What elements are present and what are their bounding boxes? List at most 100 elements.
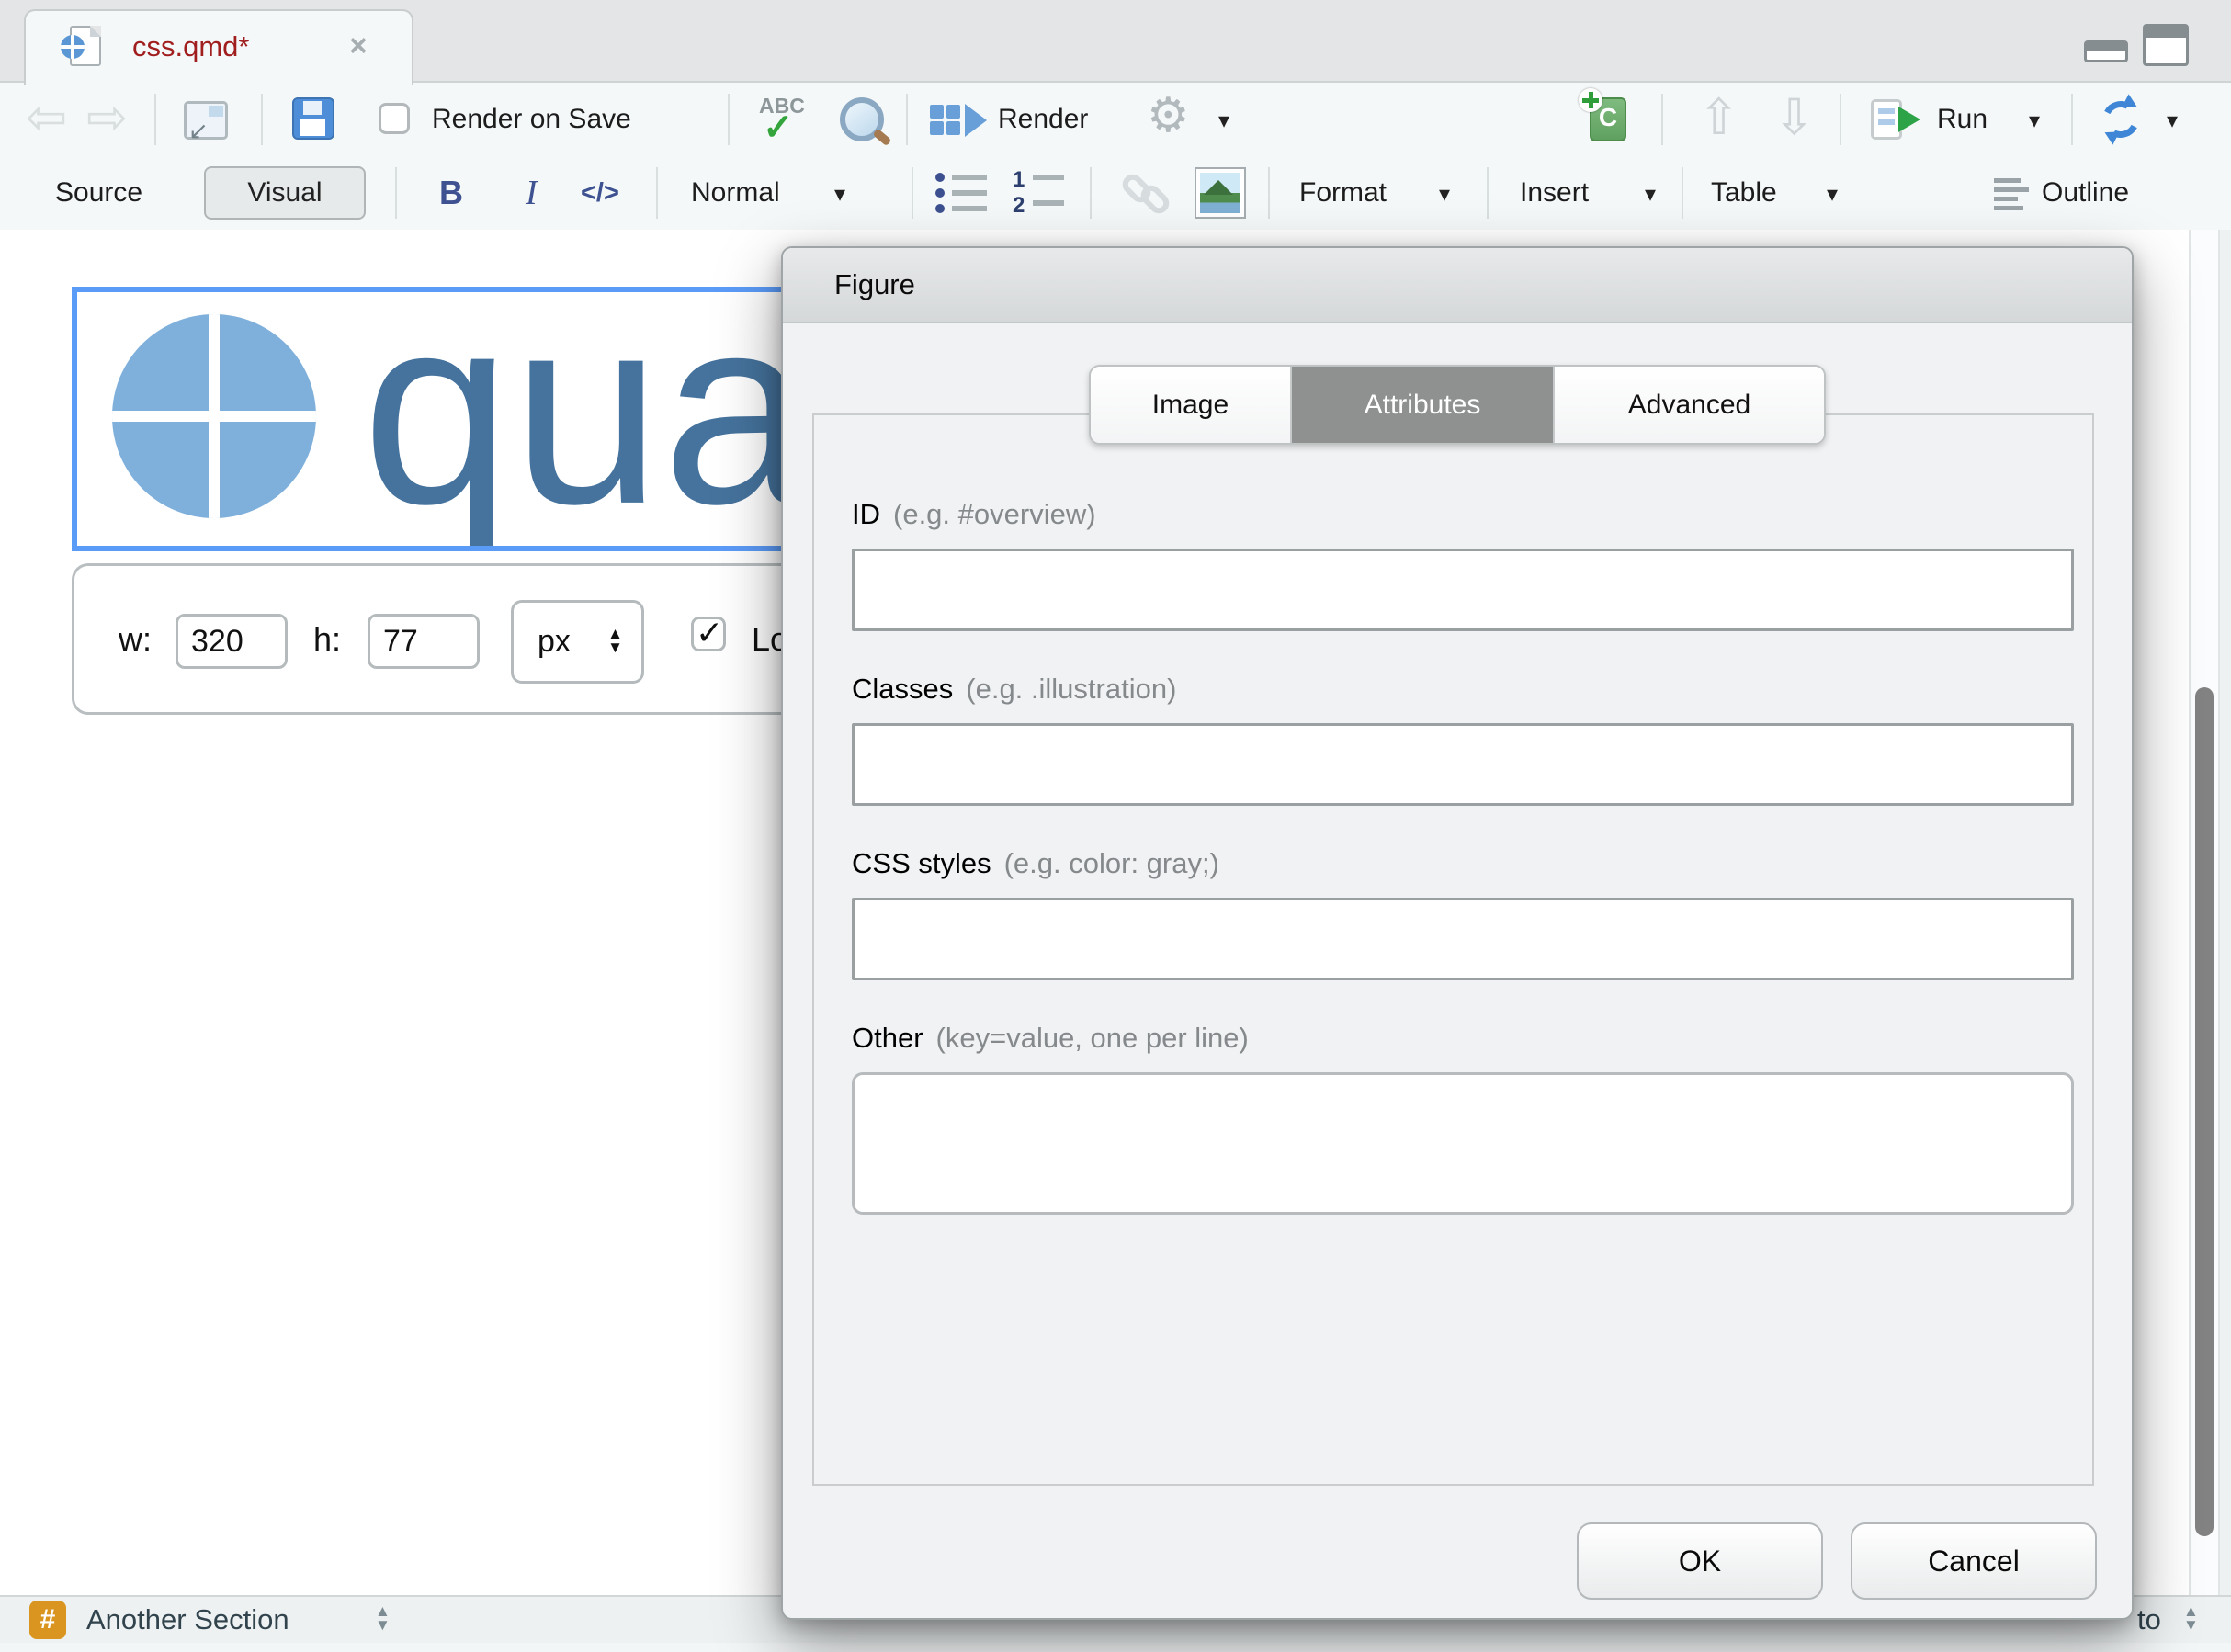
section-stepper-icon[interactable]: ▲▼ (375, 1604, 391, 1632)
scrollbar-gutter (2220, 230, 2231, 1595)
gear-icon[interactable]: ⚙ (1147, 79, 1190, 153)
render-on-save-label[interactable]: Render on Save (432, 83, 631, 156)
quarto-file-icon (70, 26, 101, 66)
separator (1661, 94, 1663, 145)
other-input[interactable] (852, 1072, 2074, 1215)
dialog-header[interactable]: Figure (783, 248, 2132, 323)
insert-menu[interactable]: Insert (1520, 156, 1589, 230)
tab-title: css.qmd* (132, 11, 249, 83)
save-icon[interactable] (292, 97, 334, 140)
format-selector-fragment[interactable]: to (2137, 1597, 2161, 1643)
bullet-list-icon[interactable] (935, 173, 987, 215)
search-icon[interactable] (840, 97, 884, 141)
format-caret-icon[interactable]: ▾ (1439, 158, 1450, 232)
separator (1090, 167, 1092, 219)
run-icon[interactable] (1871, 99, 1902, 140)
back-icon[interactable]: ⇦ (26, 81, 67, 154)
image-icon (1200, 173, 1240, 213)
tab-advanced[interactable]: Advanced (1553, 367, 1824, 443)
image-button[interactable] (1195, 167, 1246, 219)
other-label: Other(key=value, one per line) (852, 1022, 1249, 1055)
open-in-new-window-icon[interactable]: ↙ (184, 101, 228, 140)
link-icon[interactable] (1125, 171, 1176, 215)
css-styles-input[interactable] (852, 898, 2074, 980)
rerun-options-caret-icon[interactable]: ▾ (2167, 85, 2178, 158)
plus-icon (1579, 88, 1602, 112)
table-caret-icon[interactable]: ▾ (1827, 158, 1838, 232)
separator (1840, 94, 1841, 145)
code-button[interactable]: </> (581, 156, 619, 230)
separator (1682, 167, 1683, 219)
outline-icon[interactable] (1994, 178, 2031, 211)
separator (261, 94, 263, 145)
ok-button[interactable]: OK (1577, 1522, 1823, 1600)
format-menu[interactable]: Format (1299, 156, 1387, 230)
id-label: ID(e.g. #overview) (852, 498, 1096, 531)
separator (912, 167, 913, 219)
insert-chunk-icon[interactable]: C (1590, 97, 1626, 141)
main-toolbar: ⇦ ⇨ ↙ Render on Save ABC ✓ Render ⚙ ▾ C … (0, 83, 2231, 156)
tab-close-icon[interactable]: × (349, 11, 368, 81)
forward-icon[interactable]: ⇨ (86, 81, 128, 154)
css-styles-label: CSS styles(e.g. color: gray;) (852, 847, 1219, 880)
quarto-logo-text: qua (362, 287, 812, 551)
run-arrow-icon[interactable] (1898, 107, 1920, 132)
id-input[interactable] (852, 549, 2074, 631)
editor-tab-cssqmd[interactable]: css.qmd* × (24, 9, 413, 85)
window-bottom-edge (0, 1643, 2231, 1652)
classes-label: Classes(e.g. .illustration) (852, 673, 1176, 706)
run-options-caret-icon[interactable]: ▾ (2029, 85, 2040, 158)
separator (2071, 94, 2073, 145)
section-hash-icon: # (29, 1601, 66, 1639)
run-previous-chunks-icon[interactable]: ⇧ (1698, 81, 1739, 154)
separator (1268, 167, 1270, 219)
cancel-button[interactable]: Cancel (1851, 1522, 2097, 1600)
render-button[interactable]: Render (998, 83, 1088, 156)
quarto-logo-icon (61, 35, 85, 59)
scrollbar-thumb[interactable] (2195, 687, 2214, 1536)
separator (656, 167, 658, 219)
maximize-pane-icon[interactable] (2143, 24, 2189, 66)
separator (154, 94, 156, 145)
classes-input[interactable] (852, 723, 2074, 806)
minimize-pane-icon[interactable] (2084, 40, 2128, 62)
figure-dialog: Figure Image Attributes Advanced ID(e.g.… (781, 246, 2134, 1620)
visual-mode-button[interactable]: Visual (204, 166, 366, 220)
height-input[interactable] (368, 614, 480, 669)
format-toolbar: Source Visual B I </> Normal ▾ 1 2 Forma… (0, 156, 2231, 232)
paragraph-style-caret-icon[interactable]: ▾ (834, 158, 845, 232)
render-icon[interactable] (930, 105, 985, 136)
dialog-title: Figure (834, 248, 915, 322)
popout-arrow-icon: ↙ (188, 119, 209, 142)
check-icon: ✓ (696, 614, 723, 652)
source-mode-button[interactable]: Source (55, 156, 142, 230)
separator (395, 167, 397, 219)
units-value: px (538, 603, 571, 681)
width-input[interactable] (176, 614, 288, 669)
lock-ratio-checkbox[interactable]: ✓ (691, 617, 726, 651)
outline-button[interactable]: Outline (2042, 156, 2129, 230)
separator (1487, 167, 1489, 219)
numbered-list-icon[interactable]: 1 2 (1013, 169, 1064, 217)
insert-caret-icon[interactable]: ▾ (1645, 158, 1656, 232)
units-select[interactable]: px ▲▼ (511, 600, 644, 684)
render-options-caret-icon[interactable]: ▾ (1218, 85, 1229, 158)
run-button[interactable]: Run (1937, 83, 1988, 156)
separator (906, 94, 908, 145)
paragraph-style-dropdown[interactable]: Normal (691, 156, 780, 230)
tab-image[interactable]: Image (1091, 367, 1290, 443)
rerun-icon[interactable] (2098, 96, 2144, 142)
italic-button[interactable]: I (526, 156, 538, 230)
tab-attributes[interactable]: Attributes (1290, 367, 1553, 443)
quarto-logo-icon (112, 314, 316, 518)
spellcheck-icon[interactable]: ABC ✓ (755, 92, 820, 147)
run-next-chunk-icon[interactable]: ⇩ (1773, 81, 1815, 154)
units-stepper-icon: ▲▼ (607, 627, 623, 654)
render-on-save-checkbox[interactable] (379, 103, 410, 134)
format-selector-stepper-icon[interactable]: ▲▼ (2183, 1604, 2199, 1632)
rstudio-window: css.qmd* × ⇦ ⇨ ↙ Render on Save ABC ✓ Re… (0, 0, 2231, 1652)
height-label: h: (313, 566, 341, 713)
table-menu[interactable]: Table (1711, 156, 1777, 230)
bold-button[interactable]: B (439, 156, 463, 230)
section-navigator[interactable]: Another Section (86, 1597, 289, 1643)
